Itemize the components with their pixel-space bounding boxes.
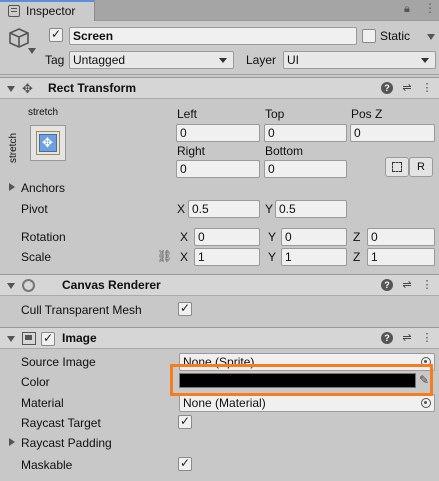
top-field[interactable]: 0 xyxy=(264,124,347,142)
source-image-label: Source Image xyxy=(21,355,96,369)
context-menu-icon[interactable]: ⋮ xyxy=(421,82,433,94)
scale-x-field[interactable]: 1 xyxy=(194,248,260,266)
right-label: Right xyxy=(177,144,206,158)
dashed-square-icon xyxy=(392,162,402,172)
raw-edit-button[interactable]: R xyxy=(409,157,433,177)
color-label: Color xyxy=(21,375,50,389)
scale-x-label: X xyxy=(180,250,189,264)
layer-value: UI xyxy=(287,53,299,67)
scale-y-label: Y xyxy=(268,250,277,264)
canvas-renderer-title: Canvas Renderer xyxy=(62,278,161,292)
active-checkbox[interactable] xyxy=(49,27,63,42)
presets-icon[interactable]: ⇌ xyxy=(401,332,413,344)
object-picker-icon[interactable] xyxy=(421,398,431,408)
material-value: None (Material) xyxy=(183,396,266,410)
cull-transparent-mesh-label: Cull Transparent Mesh xyxy=(21,303,142,317)
left-label: Left xyxy=(177,107,198,121)
bottom-field[interactable]: 0 xyxy=(264,160,347,178)
inspector-icon xyxy=(8,5,20,17)
pivot-x-field[interactable]: 0.5 xyxy=(188,200,260,218)
anchors-foldout-arrow[interactable] xyxy=(9,183,15,191)
rect-transform-header[interactable]: ✥ Rect Transform ? ⇌ ⋮ xyxy=(0,77,439,99)
maskable-label: Maskable xyxy=(21,458,73,472)
material-field[interactable]: None (Material) xyxy=(179,394,435,412)
pivot-y-label: Y xyxy=(265,202,274,216)
raycast-padding-label[interactable]: Raycast Padding xyxy=(21,436,112,450)
rotation-label: Rotation xyxy=(21,230,66,244)
posz-field[interactable]: 0 xyxy=(350,124,435,142)
raycast-padding-foldout-arrow[interactable] xyxy=(9,438,15,446)
presets-icon[interactable]: ⇌ xyxy=(401,279,413,291)
anchor-preset-side-label: stretch xyxy=(8,132,19,163)
rot-x-field[interactable]: 0 xyxy=(194,228,260,246)
static-label: Static xyxy=(380,29,411,43)
rot-y-field[interactable]: 0 xyxy=(281,228,347,246)
static-checkbox[interactable] xyxy=(362,29,376,43)
bottom-label: Bottom xyxy=(265,144,304,158)
rot-z-field[interactable]: 0 xyxy=(367,228,435,246)
image-component-icon xyxy=(22,332,36,345)
anchors-label[interactable]: Anchors xyxy=(21,181,65,195)
raycast-target-checkbox[interactable] xyxy=(178,414,192,429)
help-icon[interactable]: ? xyxy=(381,279,393,291)
object-header: Screen Static Tag Untagged Layer UI xyxy=(0,21,439,75)
rect-transform-title: Rect Transform xyxy=(48,81,137,95)
pivot-label: Pivot xyxy=(21,202,48,216)
static-dropdown-arrow[interactable] xyxy=(427,34,435,40)
foldout-arrow[interactable] xyxy=(7,86,15,92)
image-enabled-checkbox[interactable] xyxy=(41,331,55,346)
scale-z-field[interactable]: 1 xyxy=(367,248,435,266)
layer-label: Layer xyxy=(246,53,277,67)
anchor-preset-button[interactable]: ✥ xyxy=(30,125,66,161)
top-label: Top xyxy=(265,107,285,121)
scale-y-field[interactable]: 1 xyxy=(281,248,347,266)
raycast-target-label: Raycast Target xyxy=(21,416,101,430)
material-label: Material xyxy=(21,396,64,410)
chevron-down-icon xyxy=(219,58,227,63)
cull-transparent-mesh-checkbox[interactable] xyxy=(178,301,192,316)
tab-bar: Inspector 🔒︎ ⋮ xyxy=(0,0,439,21)
image-header[interactable]: Image ? ⇌ ⋮ xyxy=(0,327,439,349)
canvas-renderer-header[interactable]: Canvas Renderer ? ⇌ ⋮ xyxy=(0,274,439,296)
help-icon[interactable]: ? xyxy=(381,82,393,94)
stretch-arrows-icon: ✥ xyxy=(42,135,53,150)
more-menu-icon[interactable]: ⋮ xyxy=(424,1,436,15)
maskable-checkbox[interactable] xyxy=(178,456,192,471)
layer-dropdown[interactable]: UI xyxy=(283,51,436,69)
posz-label: Pos Z xyxy=(351,107,383,121)
canvas-renderer-icon xyxy=(22,279,35,292)
constrain-proportions-link-icon[interactable]: ⛓︎ xyxy=(157,249,172,263)
tag-value: Untagged xyxy=(73,53,126,67)
scale-z-label: Z xyxy=(353,250,361,264)
pivot-y-field[interactable]: 0.5 xyxy=(275,200,347,218)
foldout-arrow[interactable] xyxy=(7,336,15,342)
tag-label: Tag xyxy=(45,53,65,67)
rot-x-label: X xyxy=(180,230,189,244)
image-title: Image xyxy=(62,331,97,345)
right-field[interactable]: 0 xyxy=(176,160,260,178)
icon-dropdown-arrow[interactable] xyxy=(28,48,36,54)
gameobject-cube-icon xyxy=(9,28,29,48)
presets-icon[interactable]: ⇌ xyxy=(401,82,413,94)
chevron-down-icon xyxy=(421,58,429,63)
context-menu-icon[interactable]: ⋮ xyxy=(421,332,433,344)
rot-y-label: Y xyxy=(268,230,277,244)
foldout-arrow[interactable] xyxy=(7,283,15,289)
pivot-x-label: X xyxy=(177,202,186,216)
tab-inspector[interactable]: Inspector xyxy=(0,0,95,21)
scale-label: Scale xyxy=(21,250,52,264)
context-menu-icon[interactable]: ⋮ xyxy=(421,279,433,291)
anchor-preset-top-label: stretch xyxy=(28,107,59,118)
object-name-field[interactable]: Screen xyxy=(69,27,357,45)
lock-icon[interactable]: 🔒︎ xyxy=(404,3,410,16)
blueprint-mode-button[interactable] xyxy=(385,157,409,177)
tag-dropdown[interactable]: Untagged xyxy=(69,51,234,69)
rot-z-label: Z xyxy=(353,230,361,244)
tab-label: Inspector xyxy=(26,4,76,18)
left-field[interactable]: 0 xyxy=(176,124,260,142)
highlight-rectangle xyxy=(170,364,433,396)
rect-transform-icon: ✥ xyxy=(22,81,33,96)
help-icon[interactable]: ? xyxy=(381,332,393,344)
